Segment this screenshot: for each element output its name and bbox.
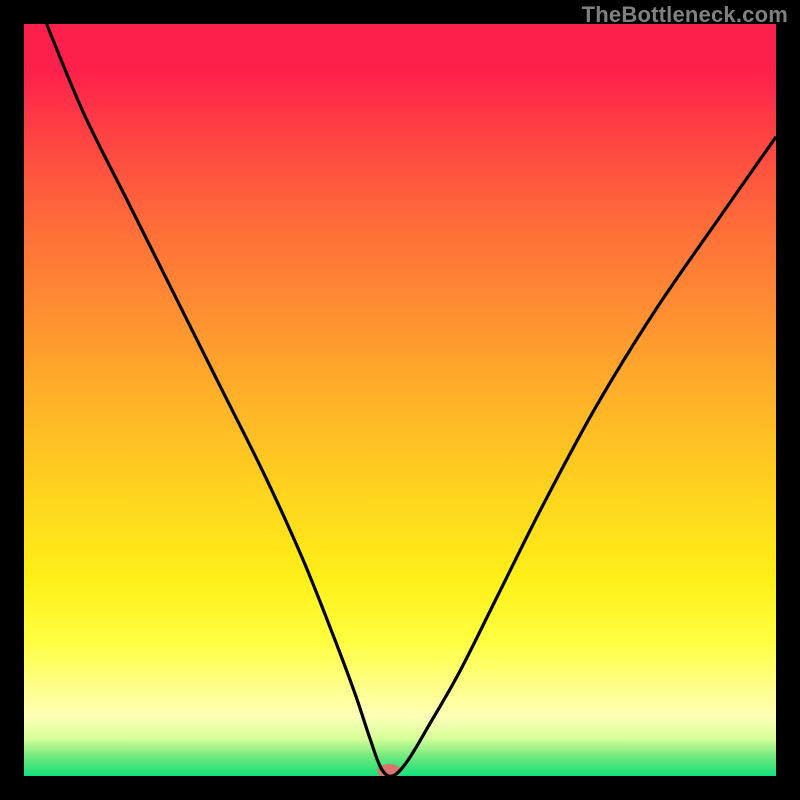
bottleneck-curve-path [47,24,776,776]
watermark-text: TheBottleneck.com [582,2,788,28]
chart-frame: TheBottleneck.com [0,0,800,800]
plot-area [24,24,776,776]
bottleneck-curve [24,24,776,776]
